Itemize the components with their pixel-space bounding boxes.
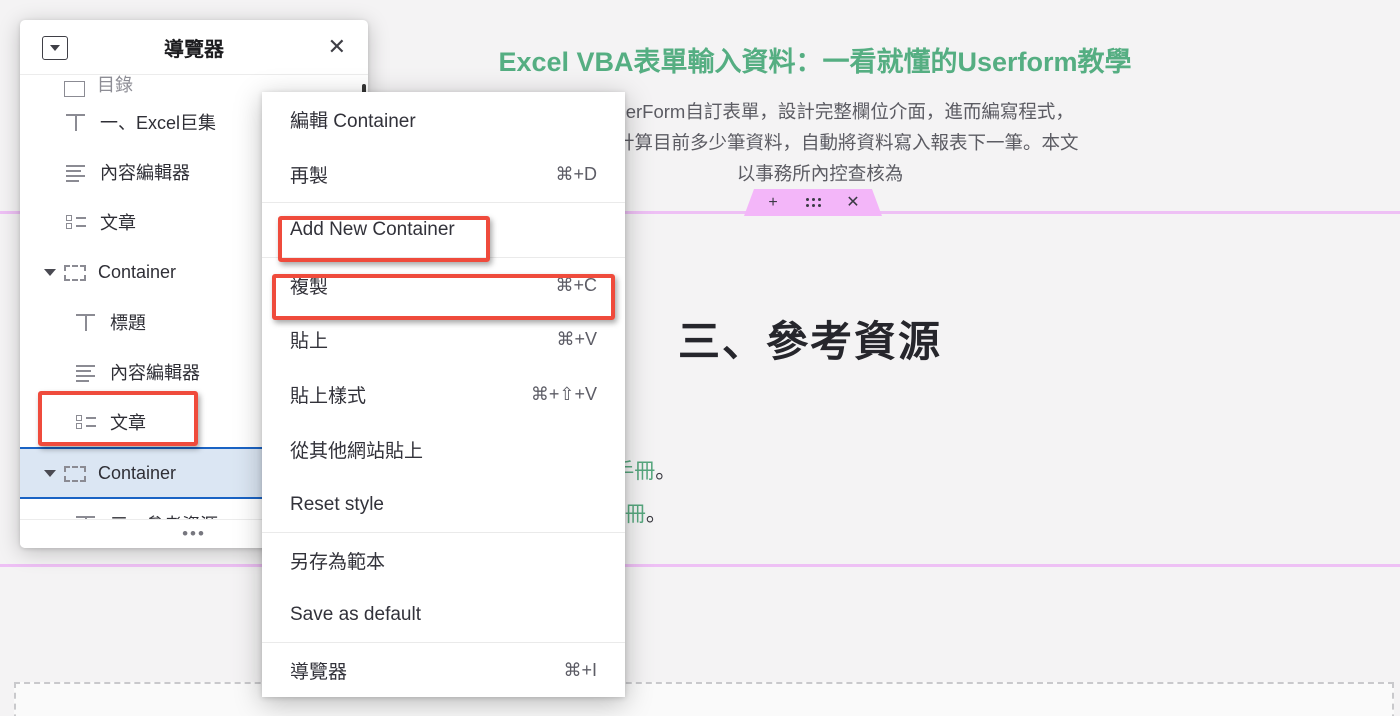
- context-menu-item-shortcut: ⌘+C: [555, 274, 597, 295]
- context-menu-item[interactable]: 編輯 Container: [262, 92, 625, 147]
- context-menu-item-shortcut: ⌘+D: [555, 164, 597, 184]
- navigator-header: 導覽器 ✕: [20, 20, 368, 75]
- context-menu-item[interactable]: 貼上樣式 ⌘+⇧+V: [262, 367, 625, 422]
- context-menu-item[interactable]: Save as default: [262, 587, 625, 642]
- context-menu-item[interactable]: 複製 ⌘+C: [262, 257, 625, 312]
- element-toolbar[interactable]: + ✕: [744, 189, 882, 216]
- ref-suffix-2: 。: [645, 503, 667, 526]
- context-menu-item-label: 從其他網站貼上: [290, 441, 424, 462]
- chevron-down-icon[interactable]: [44, 469, 56, 477]
- container-icon: [64, 465, 86, 482]
- drag-handle-icon[interactable]: [804, 194, 822, 212]
- tree-item-label: 一、Excel巨集: [100, 113, 217, 133]
- context-menu-item-label: 再製: [290, 166, 329, 187]
- heading-icon: [74, 311, 98, 333]
- tree-item-label: 標題: [110, 313, 146, 333]
- tree-item-label: 內容編輯器: [110, 363, 200, 383]
- section-divider-bottom: [0, 564, 1400, 567]
- context-menu-item-label: Save as default: [290, 603, 421, 625]
- context-menu-item-label: Add New Container: [290, 219, 455, 240]
- context-menu-item-label: 另存為範本: [290, 551, 386, 573]
- context-menu-item-label: Reset style: [290, 493, 384, 515]
- context-menu-item-shortcut: ⌘+⇧+V: [530, 384, 597, 404]
- context-menu-item[interactable]: Reset style: [262, 477, 625, 532]
- context-menu-item[interactable]: 另存為範本: [262, 532, 625, 587]
- caret-down-boxed-icon[interactable]: [42, 36, 68, 60]
- add-element-icon[interactable]: +: [764, 194, 782, 212]
- context-menu-item-shortcut: ⌘+V: [556, 329, 597, 349]
- tree-item-label: Container: [98, 261, 177, 282]
- tree-item-label: 目錄: [97, 75, 133, 95]
- tree-item-label: Container: [98, 462, 177, 483]
- context-menu-item-label: 貼上樣式: [290, 386, 367, 407]
- heading-icon: [64, 111, 88, 133]
- text-icon: [64, 161, 88, 183]
- tree-item-label: 內容編輯器: [100, 163, 190, 183]
- context-menu-item[interactable]: 導覽器 ⌘+I: [262, 642, 625, 697]
- context-menu-item[interactable]: Add New Container: [262, 202, 625, 257]
- screenshot-root: Excel VBA表單輸入資料：一看就懂的Userform教學 建立UserFo…: [0, 0, 1400, 716]
- context-menu-item-shortcut: ⌘+I: [563, 659, 597, 680]
- list-icon: [64, 211, 88, 233]
- close-element-icon[interactable]: ✕: [844, 194, 862, 212]
- list-icon: [74, 411, 98, 433]
- context-menu-item-label: 編輯 Container: [290, 111, 416, 132]
- navigator-title: 導覽器: [164, 38, 224, 61]
- chevron-down-icon[interactable]: [44, 268, 56, 276]
- container-icon: [64, 264, 86, 281]
- context-menu-item[interactable]: 再製 ⌘+D: [262, 147, 625, 202]
- tree-item-label: 文章: [110, 413, 146, 433]
- tree-item-label: 三、參考資源: [110, 511, 218, 519]
- close-icon[interactable]: ✕: [328, 34, 346, 60]
- context-menu-item-label: 複製: [290, 276, 329, 298]
- tree-item-label: 文章: [100, 213, 136, 233]
- context-menu-item-label: 貼上: [290, 331, 329, 352]
- ref-suffix-1: 。: [655, 460, 677, 483]
- toc-icon: [64, 81, 85, 97]
- page-title: Excel VBA表單輸入資料：一看就懂的Userform教學: [498, 47, 1132, 77]
- context-menu-item-label: 導覽器: [290, 661, 348, 683]
- empty-section-placeholder[interactable]: [14, 682, 1394, 716]
- text-icon: [74, 361, 98, 383]
- context-menu[interactable]: 編輯 Container 再製 ⌘+D Add New Container 複製 ⌘+C 貼…: [262, 92, 625, 697]
- context-menu-item[interactable]: 從其他網站貼上: [262, 422, 625, 477]
- context-menu-item[interactable]: 貼上 ⌘+V: [262, 312, 625, 367]
